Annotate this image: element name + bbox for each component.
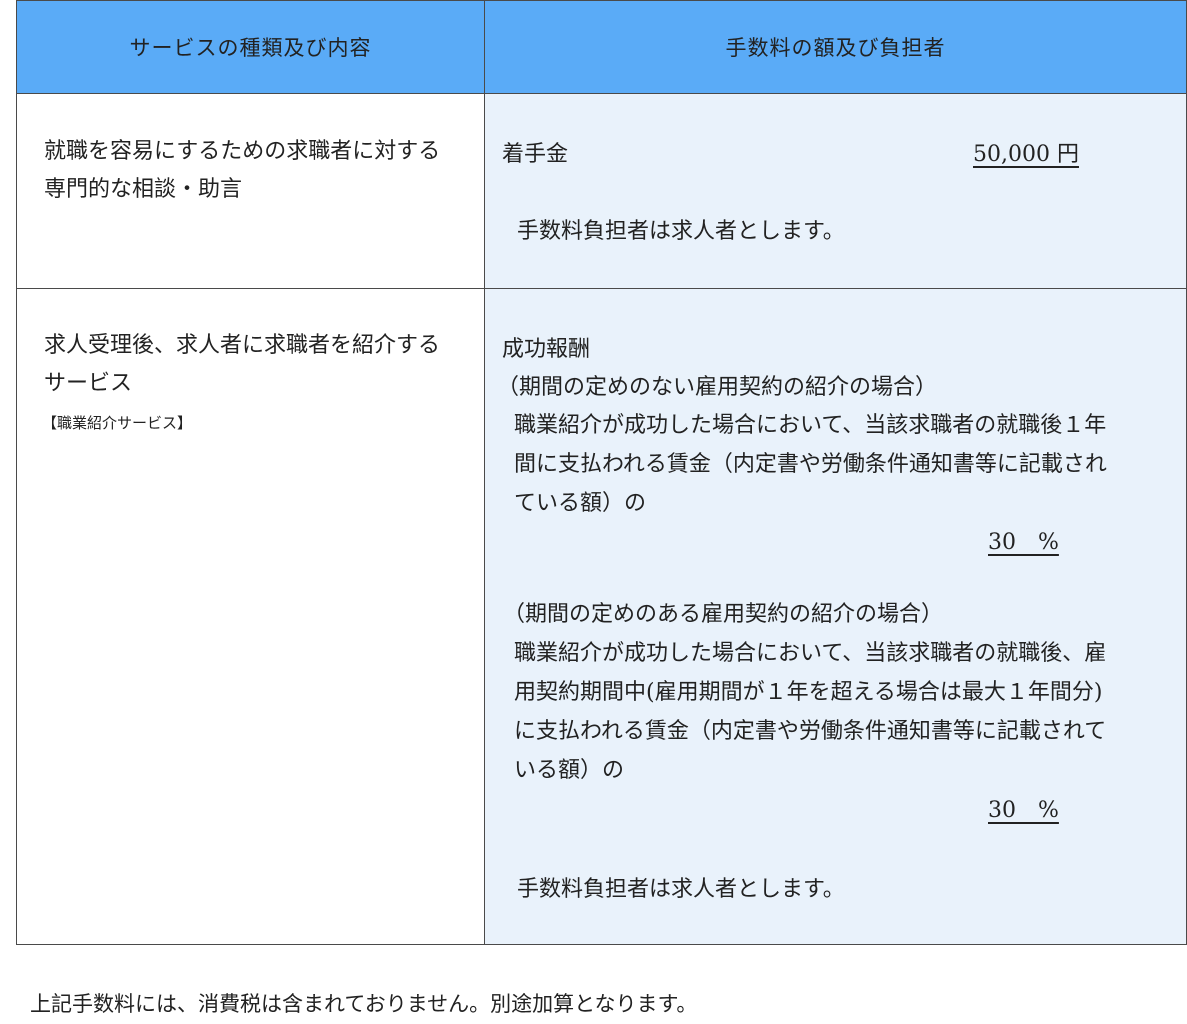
case-text-line: 職業紹介が成功した場合において、当該求職者の就職後１年 (514, 413, 1107, 438)
case-text-line: 職業紹介が成功した場合において、当該求職者の就職後、雇 (514, 641, 1107, 666)
fee-item-label: 着手金 (502, 142, 569, 167)
header-fee-column: 手数料の額及び負担者 (484, 0, 1187, 94)
service-description: 求人受理後、求人者に求職者を紹介する サービス 【職業紹介サービス】 (42, 327, 474, 437)
case-text-line: に支払われる賃金（内定書や労働条件通知書等に記載されて (514, 719, 1107, 744)
service-line: 求人受理後、求人者に求職者を紹介する (44, 333, 441, 358)
fee-item-label: 成功報酬 (502, 337, 591, 362)
case-text-line: 用契約期間中(雇用期間が１年を超える場合は最大１年間分) (514, 680, 1103, 705)
case-heading: （期間の定めのある雇用契約の紹介の場合） (503, 602, 944, 627)
service-description: 就職を容易にするための求職者に対する 専門的な相談・助言 (44, 133, 474, 209)
case-text-line: いる額）の (514, 758, 625, 783)
service-line: 就職を容易にするための求職者に対する (44, 139, 441, 164)
table-header-row: サービスの種類及び内容 手数料の額及び負担者 (16, 0, 1187, 94)
rate-value: 30 % (988, 530, 1059, 555)
header-service-column: サービスの種類及び内容 (16, 0, 485, 94)
case-text-line: ている額）の (514, 491, 647, 516)
footer-note: 上記手数料には、消費税は含まれておりません。別途加算となります。 (30, 992, 698, 1016)
fee-amount: 50,000 円 (973, 142, 1079, 167)
case-text-line: 間に支払われる賃金（内定書や労働条件通知書等に記載され (514, 452, 1107, 477)
service-tag: 【職業紹介サービス】 (42, 414, 193, 432)
payer-note: 手数料負担者は求人者とします。 (517, 219, 845, 244)
rate-value: 30 % (988, 798, 1059, 823)
service-line: 専門的な相談・助言 (44, 177, 243, 202)
service-line: サービス (44, 371, 133, 396)
case-heading: （期間の定めのない雇用契約の紹介の場合） (497, 375, 938, 400)
payer-note: 手数料負担者は求人者とします。 (517, 877, 845, 902)
fee-cell (484, 93, 1187, 289)
